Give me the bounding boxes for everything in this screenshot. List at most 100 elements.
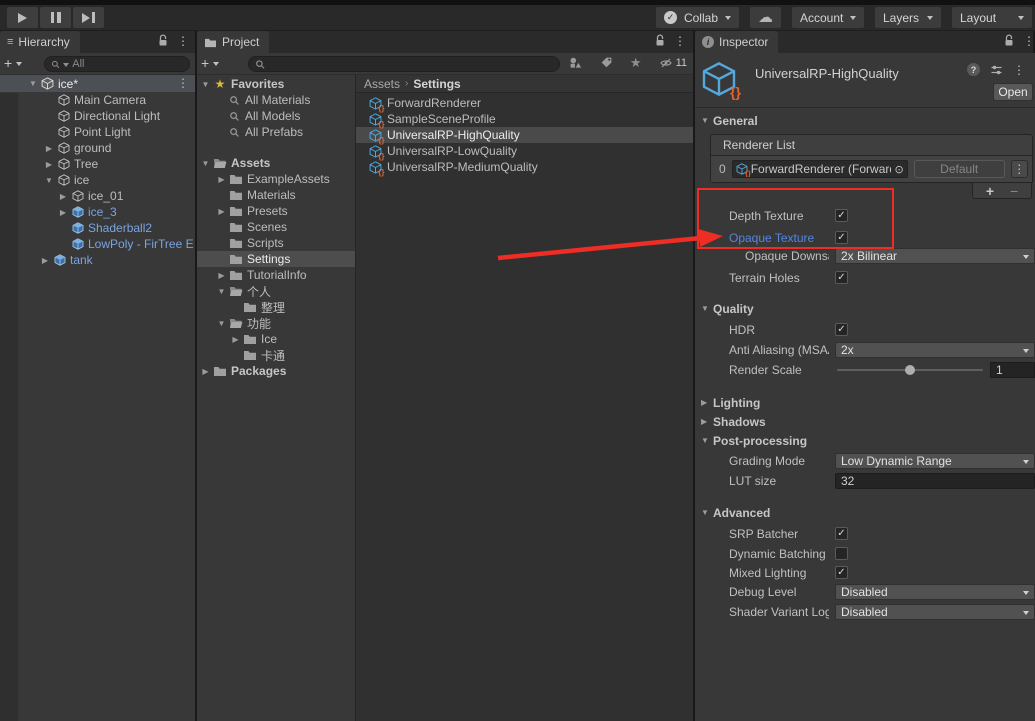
hierarchy-item-tank[interactable]: ▶ tank — [0, 252, 195, 268]
foldout-closed-icon[interactable]: ▶ — [215, 271, 228, 280]
tree-item-all-prefabs[interactable]: All Prefabs — [197, 124, 355, 140]
opaque-texture-checkbox[interactable] — [835, 231, 848, 244]
lock-icon[interactable] — [158, 34, 168, 47]
hierarchy-item-ground[interactable]: ▶ ground — [0, 140, 195, 156]
foldout-closed-icon[interactable]: ▶ — [56, 208, 70, 217]
tree-item-packages[interactable]: ▶ Packages — [197, 363, 355, 379]
foldout-closed-icon[interactable]: ▶ — [42, 144, 56, 153]
section-advanced[interactable]: ▼ Advanced — [695, 504, 1035, 521]
hierarchy-search[interactable] — [44, 56, 190, 72]
renderer-object-field[interactable]: {} ForwardRenderer (Forward Renderer Dat… — [732, 160, 908, 178]
shader-variant-log-dropdown[interactable]: Disabled — [835, 604, 1035, 620]
foldout-closed-icon[interactable]: ▶ — [199, 367, 212, 376]
debug-level-dropdown[interactable]: Disabled — [835, 584, 1035, 600]
lock-icon[interactable] — [1004, 34, 1014, 47]
kebab-menu-icon[interactable]: ⋮ — [1013, 64, 1025, 76]
breadcrumb-root[interactable]: Assets — [364, 77, 400, 91]
play-button[interactable] — [7, 7, 38, 28]
mixed-lighting-checkbox[interactable] — [835, 566, 848, 579]
foldout-open-icon[interactable]: ▼ — [215, 319, 228, 328]
render-scale-value[interactable]: 1 — [990, 362, 1035, 378]
kebab-menu-icon[interactable]: ⋮ — [674, 35, 686, 47]
remove-renderer-button[interactable]: − — [1010, 184, 1018, 198]
default-button[interactable]: Default — [914, 160, 1005, 178]
favorites-filter-icon[interactable]: ★ — [630, 56, 642, 69]
tree-item-all-models[interactable]: All Models — [197, 108, 355, 124]
tree-item-ice-folder[interactable]: ▶ Ice — [197, 331, 355, 347]
tab-inspector[interactable]: i Inspector — [695, 31, 778, 53]
file-item-universalrp-mediumquality[interactable]: {} UniversalRP-MediumQuality — [356, 159, 693, 175]
layers-dropdown[interactable]: Layers — [875, 7, 941, 28]
foldout-closed-icon[interactable]: ▶ — [215, 175, 228, 184]
hierarchy-item-ice[interactable]: ▼ ice — [0, 172, 195, 188]
tree-item-zhengli[interactable]: 整理 — [197, 299, 355, 315]
hierarchy-scene-row[interactable]: ▼ ice* ⋮ — [0, 75, 195, 92]
anti-aliasing-dropdown[interactable]: 2x — [835, 342, 1035, 358]
tree-item-tutorialinfo[interactable]: ▶ TutorialInfo — [197, 267, 355, 283]
label-filter-icon[interactable] — [600, 56, 613, 69]
srp-batcher-checkbox[interactable] — [835, 527, 848, 540]
renderer-row-menu-button[interactable]: ⋮ — [1011, 160, 1028, 178]
breadcrumb-current[interactable]: Settings — [413, 77, 460, 91]
lock-icon[interactable] — [655, 34, 665, 47]
foldout-open-icon[interactable]: ▼ — [199, 159, 212, 168]
tree-item-materials[interactable]: Materials — [197, 187, 355, 203]
project-search-input[interactable] — [269, 58, 554, 70]
hierarchy-item-directional-light[interactable]: Directional Light — [0, 108, 195, 124]
presets-icon[interactable] — [990, 64, 1003, 76]
collab-dropdown[interactable]: ✓ Collab — [656, 7, 739, 28]
foldout-open-icon[interactable]: ▼ — [26, 79, 40, 88]
search-filter-chevron-icon[interactable] — [63, 63, 69, 67]
section-general[interactable]: ▼ General — [695, 112, 1035, 129]
tab-project[interactable]: Project — [197, 31, 269, 53]
section-post-processing[interactable]: ▼ Post-processing — [695, 432, 1035, 449]
layout-dropdown[interactable]: Layout — [952, 7, 1032, 28]
tree-item-exampleassets[interactable]: ▶ ExampleAssets — [197, 171, 355, 187]
hierarchy-item-ice-3[interactable]: ▶ ice_3 — [0, 204, 195, 220]
file-item-forwardrenderer[interactable]: {} ForwardRenderer — [356, 95, 693, 111]
open-button[interactable]: Open — [993, 83, 1033, 101]
section-quality[interactable]: ▼ Quality — [695, 300, 1035, 317]
tree-item-gongneng[interactable]: ▼ 功能 — [197, 315, 355, 331]
depth-texture-checkbox[interactable] — [835, 209, 848, 222]
foldout-closed-icon[interactable]: ▶ — [56, 192, 70, 201]
hierarchy-item-tree[interactable]: ▶ Tree — [0, 156, 195, 172]
file-item-samplesceneprofile[interactable]: {} SampleSceneProfile — [356, 111, 693, 127]
foldout-closed-icon[interactable]: ▶ — [215, 207, 228, 216]
slider-handle[interactable] — [905, 365, 915, 375]
renderer-list-row[interactable]: 0 {} ForwardRenderer (Forward Renderer D… — [711, 156, 1032, 182]
hierarchy-item-main-camera[interactable]: Main Camera — [0, 92, 195, 108]
tree-item-katong[interactable]: 卡通 — [197, 347, 355, 363]
section-lighting[interactable]: ▶ Lighting — [695, 394, 1035, 411]
hierarchy-search-input[interactable] — [72, 58, 183, 70]
opaque-downsampling-dropdown[interactable]: 2x Bilinear — [835, 248, 1035, 264]
tree-item-geren[interactable]: ▼ 个人 — [197, 283, 355, 299]
render-scale-slider[interactable] — [837, 369, 983, 371]
foldout-closed-icon[interactable]: ▶ — [38, 256, 52, 265]
tree-item-scripts[interactable]: Scripts — [197, 235, 355, 251]
account-dropdown[interactable]: Account — [792, 7, 864, 28]
lut-size-input[interactable]: 32 — [835, 473, 1035, 489]
type-filter-icon[interactable] — [569, 56, 583, 69]
hierarchy-item-ice-01[interactable]: ▶ ice_01 — [0, 188, 195, 204]
foldout-closed-icon[interactable]: ▶ — [229, 335, 242, 344]
hidden-packages-toggle[interactable]: 11 — [659, 57, 687, 69]
hierarchy-item-point-light[interactable]: Point Light — [0, 124, 195, 140]
create-asset-button[interactable]: + — [201, 56, 219, 70]
scene-kebab-icon[interactable]: ⋮ — [177, 77, 189, 89]
foldout-open-icon[interactable]: ▼ — [199, 80, 212, 89]
foldout-open-icon[interactable]: ▼ — [42, 176, 56, 185]
add-renderer-button[interactable]: + — [986, 184, 994, 198]
pause-button[interactable] — [40, 7, 71, 28]
file-item-universalrp-lowquality[interactable]: {} UniversalRP-LowQuality — [356, 143, 693, 159]
tree-item-scenes[interactable]: Scenes — [197, 219, 355, 235]
tree-item-settings[interactable]: Settings — [197, 251, 355, 267]
grading-mode-dropdown[interactable]: Low Dynamic Range — [835, 453, 1035, 469]
tab-hierarchy[interactable]: ≡ Hierarchy — [0, 31, 80, 53]
file-item-universalrp-highquality[interactable]: {} UniversalRP-HighQuality — [356, 127, 693, 143]
tree-item-assets[interactable]: ▼ Assets — [197, 155, 355, 171]
create-object-button[interactable]: + — [4, 56, 22, 70]
hierarchy-item-shaderball2[interactable]: Shaderball2 — [0, 220, 195, 236]
foldout-closed-icon[interactable]: ▶ — [42, 160, 56, 169]
tree-item-favorites[interactable]: ▼ ★ Favorites — [197, 76, 355, 92]
